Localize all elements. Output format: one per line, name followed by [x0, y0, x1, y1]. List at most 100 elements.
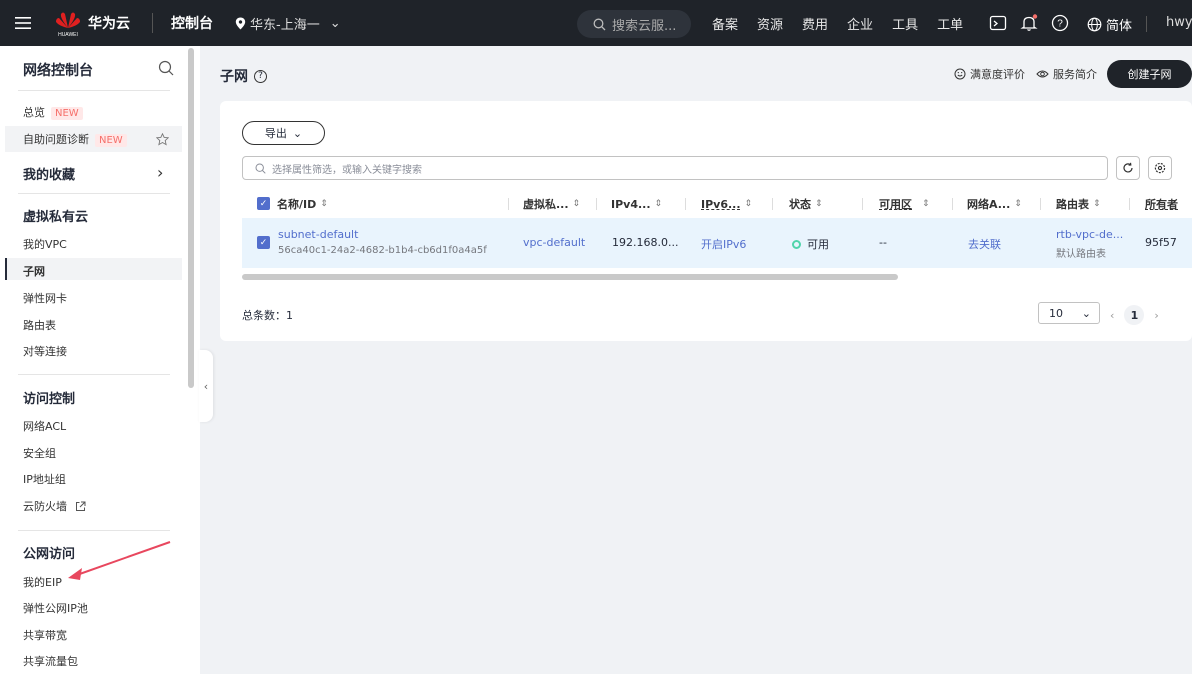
help-icon[interactable]: ? [254, 69, 267, 83]
col-network-acl[interactable]: 网络A... ⇕ [967, 192, 1022, 216]
col-route-table[interactable]: 路由表 ⇕ [1056, 192, 1101, 216]
sidebar-item-peering[interactable]: 对等连接 [23, 343, 67, 359]
nav-tickets[interactable]: 工单 [937, 14, 963, 33]
filter-placeholder: 选择属性筛选，或输入关键字搜索 [272, 164, 422, 176]
bell-icon[interactable] [1020, 14, 1038, 32]
global-search-input[interactable]: 搜索云服... [577, 10, 691, 38]
chevron-down-icon: ⌄ [329, 15, 341, 31]
refresh-button[interactable] [1116, 156, 1140, 180]
table-row[interactable]: ✓ subnet-default 56ca40c1-24a2-4682-b1b4… [242, 218, 1192, 268]
sort-icon: ⇕ [654, 199, 663, 209]
terminal-icon[interactable] [989, 14, 1007, 32]
search-icon[interactable] [158, 60, 174, 76]
divider [1146, 16, 1147, 32]
sidebar-group-label: 虚拟私有云 [23, 210, 89, 225]
sidebar-item-label: 对等连接 [23, 345, 67, 358]
prev-page-icon[interactable]: ‹ [1110, 309, 1114, 322]
satisfaction-link[interactable]: 满意度评价 [954, 66, 1025, 82]
sidebar-item-label: 我的EIP [23, 576, 62, 589]
chevron-right-icon[interactable]: › [157, 163, 163, 182]
table-horizontal-scrollbar[interactable] [242, 274, 898, 280]
col-label: 路由表 [1056, 198, 1089, 211]
external-link-icon [75, 501, 85, 511]
sidebar-item-eip-pool[interactable]: 弹性公网IP池 [23, 600, 88, 616]
sidebar-group-vpc: 虚拟私有云 [23, 206, 88, 225]
location-pin-icon [235, 17, 246, 29]
sidebar-group-favorites[interactable]: 我的收藏 [23, 164, 75, 183]
active-item-indicator [5, 258, 7, 280]
menu-icon[interactable] [0, 0, 46, 46]
col-label: 可用区 [879, 198, 912, 211]
row-checkbox[interactable]: ✓ [257, 236, 270, 249]
nav-enterprise[interactable]: 企业 [847, 14, 873, 33]
status-text: 可用 [807, 238, 829, 251]
column-divider [596, 198, 597, 210]
user-account[interactable]: hwy [1166, 15, 1192, 30]
sidebar-item-eni[interactable]: 弹性网卡 [23, 290, 67, 306]
huawei-cloud-logo[interactable]: HUAWEI 华为云 [54, 8, 130, 38]
sidebar-scrollbar[interactable] [188, 48, 194, 388]
filter-search-input[interactable]: 选择属性筛选，或输入关键字搜索 [242, 156, 1108, 180]
divider [152, 13, 153, 33]
col-label: IPv6... [701, 197, 741, 211]
az-value: -- [879, 236, 887, 249]
sidebar-item-my-vpc[interactable]: 我的VPC [23, 236, 67, 252]
sort-icon: ⇕ [320, 199, 328, 209]
col-az[interactable]: 可用区 ⇕ [879, 192, 930, 216]
col-label: 虚拟私... [523, 198, 569, 211]
eye-icon [1036, 70, 1049, 78]
export-button[interactable]: 导出 ⌄ [242, 121, 325, 145]
sidebar-item-acl[interactable]: 网络ACL [23, 418, 66, 434]
vpc-link[interactable]: vpc-default [523, 236, 585, 249]
sidebar-item-self-diagnosis[interactable]: 自助问题诊断 NEW [23, 131, 127, 147]
col-vpc[interactable]: 虚拟私... ⇕ [523, 192, 580, 216]
page-number[interactable]: 1 [1124, 305, 1145, 325]
help-circle-icon[interactable]: ? [1051, 14, 1069, 32]
new-badge: NEW [51, 107, 83, 120]
star-icon[interactable] [156, 133, 169, 146]
console-link[interactable]: 控制台 [171, 13, 213, 33]
sidebar-collapse-toggle[interactable]: ‹ [199, 350, 213, 422]
pagination: ‹ 1 › [1110, 305, 1159, 325]
divider [18, 374, 170, 375]
nav-filing[interactable]: 备案 [712, 14, 738, 33]
sidebar-item-data-package[interactable]: 共享流量包 [23, 653, 78, 669]
col-status[interactable]: 状态 ⇕ [789, 192, 823, 216]
page-size-select[interactable]: 10 ⌄ [1038, 302, 1100, 324]
next-page-icon[interactable]: › [1154, 309, 1158, 322]
region-selector[interactable]: 华东-上海一 ⌄ [235, 14, 341, 33]
nav-billing[interactable]: 费用 [802, 14, 828, 33]
language-selector[interactable]: 简体 [1087, 15, 1132, 34]
sidebar-title: 网络控制台 [23, 63, 93, 79]
select-all-checkbox[interactable]: ✓ [257, 197, 270, 210]
subnet-name-link[interactable]: subnet-default [278, 228, 358, 241]
route-table-link[interactable]: rtb-vpc-de... [1056, 228, 1123, 241]
col-ipv6[interactable]: IPv6... ⇕ [701, 192, 752, 216]
create-subnet-button[interactable]: 创建子网 [1107, 60, 1192, 88]
nav-tools[interactable]: 工具 [892, 14, 918, 33]
page-title-text: 子网 [220, 69, 248, 85]
nav-resources[interactable]: 资源 [757, 14, 783, 33]
sidebar-item-overview[interactable]: 总览 NEW [23, 104, 83, 120]
refresh-icon [1123, 162, 1133, 173]
sidebar-item-ip-group[interactable]: IP地址组 [23, 471, 66, 487]
col-label: 所有者 [1145, 198, 1178, 211]
sort-icon: ⇕ [815, 199, 823, 209]
associate-acl-link[interactable]: 去关联 [968, 236, 1001, 252]
enable-ipv6-link[interactable]: 开启IPv6 [701, 236, 746, 252]
settings-button[interactable] [1148, 156, 1172, 180]
sidebar-item-firewall[interactable]: 云防火墙 [23, 498, 86, 514]
sidebar-item-route-table[interactable]: 路由表 [23, 317, 56, 333]
col-owner[interactable]: 所有者 [1145, 192, 1178, 216]
route-table-note: 默认路由表 [1056, 249, 1106, 260]
sidebar-item-subnet[interactable]: 子网 [23, 263, 45, 279]
column-divider [1129, 198, 1130, 210]
col-name[interactable]: 名称/ID ⇕ [277, 192, 328, 216]
sidebar-item-shared-bandwidth[interactable]: 共享带宽 [23, 627, 67, 643]
search-icon [255, 162, 266, 174]
service-intro-link[interactable]: 服务简介 [1036, 66, 1097, 82]
col-ipv4[interactable]: IPv4... ⇕ [611, 192, 662, 216]
sidebar-item-security-group[interactable]: 安全组 [23, 445, 56, 461]
sidebar-item-my-eip[interactable]: 我的EIP [23, 574, 62, 590]
chevron-left-icon: ‹ [203, 379, 209, 393]
